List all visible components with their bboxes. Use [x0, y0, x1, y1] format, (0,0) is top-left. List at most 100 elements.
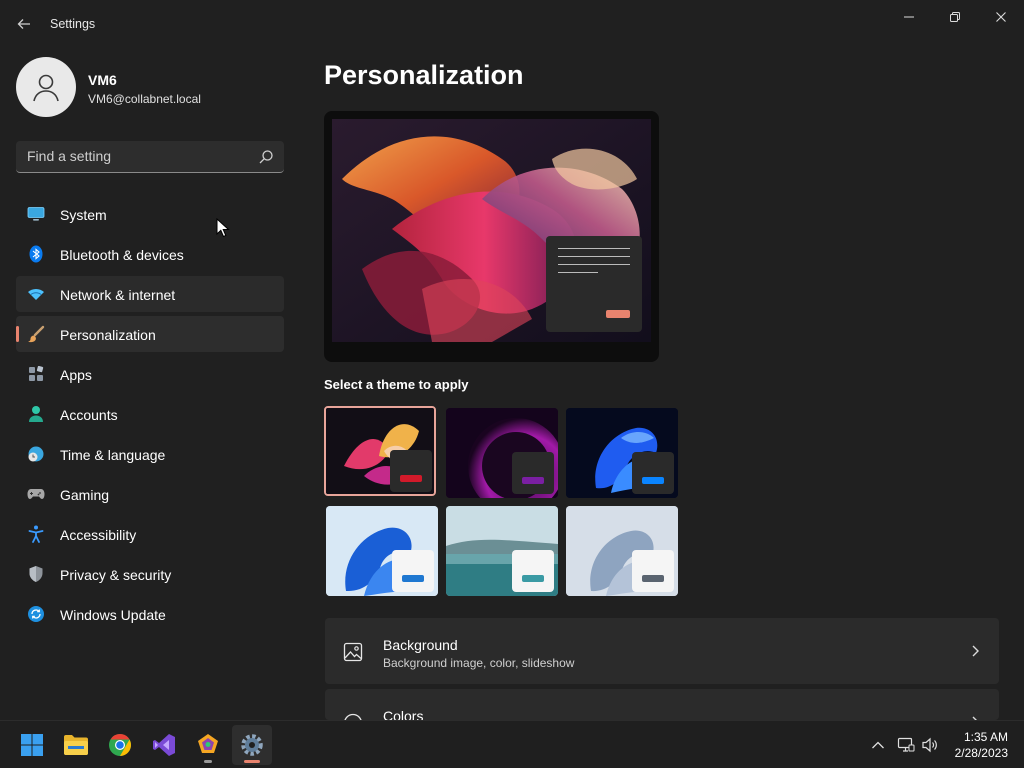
settings-button[interactable] [232, 725, 272, 765]
search-box[interactable] [16, 141, 284, 173]
theme-mini-window [390, 450, 432, 492]
taskbar-clock[interactable]: 1:35 AM 2/28/2023 [955, 729, 1008, 761]
theme-tile-bloom-dark[interactable] [566, 408, 678, 498]
sidebar-item-label: Windows Update [60, 607, 166, 623]
network-tray-button[interactable] [896, 735, 916, 755]
theme-accent-bar [402, 575, 424, 582]
file-explorer-button[interactable] [56, 725, 96, 765]
sidebar-item-label: Accessibility [60, 527, 137, 543]
sidebar-item-apps[interactable]: Apps [16, 356, 284, 392]
user-name: VM6 [88, 72, 117, 88]
person-icon [27, 405, 45, 423]
chrome-button[interactable] [100, 725, 140, 765]
theme-accent-bar [522, 575, 544, 582]
sidebar-item-windows-update[interactable]: Windows Update [16, 596, 284, 632]
sidebar-item-label: Bluetooth & devices [60, 247, 184, 263]
theme-mini-window [512, 452, 554, 494]
volume-icon [922, 737, 937, 753]
sidebar-nav: System Bluetooth & devices Network & int… [16, 196, 284, 636]
selection-indicator [16, 326, 19, 342]
theme-tile-purple-dark[interactable] [446, 408, 558, 498]
network-icon [897, 737, 915, 752]
taskbar: 1:35 AM 2/28/2023 [0, 720, 1024, 768]
running-indicator [244, 760, 260, 763]
chevron-up-icon [872, 741, 884, 749]
folder-icon [64, 735, 88, 755]
theme-accent-bar [400, 475, 422, 482]
search-icon[interactable] [258, 149, 274, 165]
minimize-button[interactable] [886, 4, 932, 30]
person-avatar-icon [33, 74, 59, 102]
sidebar-item-label: Gaming [60, 487, 110, 503]
app-title: Settings [50, 17, 96, 31]
theme-tile-lake-light[interactable] [446, 506, 558, 596]
close-button[interactable] [978, 4, 1024, 30]
sidebar-item-time-language[interactable]: Time & language [16, 436, 284, 472]
card-title: Colors [383, 708, 424, 720]
sidebar-item-accounts[interactable]: Accounts [16, 396, 284, 432]
preview-accent-button [606, 310, 630, 318]
sidebar-item-label: Network & internet [60, 287, 176, 303]
tray-overflow-button[interactable] [868, 735, 888, 755]
theme-accent-bar [642, 575, 664, 582]
card-title: Background [383, 637, 458, 653]
mouse-cursor-icon [216, 218, 230, 238]
theme-accent-bar [522, 477, 544, 484]
brush-icon [27, 325, 45, 343]
card-subtitle: Background image, color, slideshow [383, 656, 575, 670]
bluetooth-icon [27, 245, 45, 263]
user-email: VM6@collabnet.local [88, 92, 201, 106]
sidebar-item-accessibility[interactable]: Accessibility [16, 516, 284, 552]
accessibility-icon [27, 525, 45, 543]
theme-mini-window [512, 550, 554, 592]
theme-section-label: Select a theme to apply [324, 377, 469, 392]
restore-icon [950, 12, 960, 22]
theme-tile-bloom-light[interactable] [326, 506, 438, 596]
user-profile[interactable]: VM6 VM6@collabnet.local [16, 57, 286, 117]
palette-icon [344, 713, 362, 720]
close-icon [996, 12, 1006, 22]
preview-window [546, 236, 642, 332]
theme-preview [324, 111, 659, 362]
sidebar-item-label: Privacy & security [60, 567, 172, 583]
minimize-icon [904, 16, 914, 18]
search-input[interactable] [16, 141, 246, 171]
sidebar-item-label: Personalization [60, 327, 156, 343]
chrome-icon [109, 734, 131, 756]
apps-icon [27, 365, 45, 383]
sidebar-item-privacy[interactable]: Privacy & security [16, 556, 284, 592]
paint-app-button[interactable] [188, 725, 228, 765]
theme-accent-bar [642, 477, 664, 484]
gear-icon [241, 734, 263, 756]
sidebar-item-gaming[interactable]: Gaming [16, 476, 284, 512]
back-arrow-icon [17, 19, 30, 29]
sidebar-item-label: System [60, 207, 107, 223]
sidebar-item-label: Apps [60, 367, 92, 383]
sidebar-item-bluetooth[interactable]: Bluetooth & devices [16, 236, 284, 272]
maximize-button[interactable] [932, 4, 978, 30]
sidebar-item-network[interactable]: Network & internet [16, 276, 284, 312]
title-bar: Settings [0, 0, 1024, 48]
clock-date: 2/28/2023 [954, 746, 1008, 760]
theme-mini-window [392, 550, 434, 592]
sidebar-item-personalization[interactable]: Personalization [16, 316, 284, 352]
avatar [16, 57, 76, 117]
visual-studio-button[interactable] [144, 725, 184, 765]
theme-tile-glow-dark[interactable] [324, 406, 436, 496]
background-card[interactable]: Background Background image, color, slid… [325, 618, 999, 684]
palette-app-icon [198, 734, 218, 753]
windows-logo-icon [21, 734, 43, 756]
start-button[interactable] [12, 725, 52, 765]
sidebar-item-label: Time & language [60, 447, 166, 463]
theme-tile-flow-light[interactable] [566, 506, 678, 596]
colors-card[interactable]: Colors [325, 689, 999, 720]
sidebar-item-label: Accounts [60, 407, 118, 423]
shield-icon [27, 565, 45, 583]
monitor-icon [27, 205, 45, 223]
volume-tray-button[interactable] [920, 735, 940, 755]
page-title: Personalization [324, 60, 524, 90]
sidebar-item-system[interactable]: System [16, 196, 284, 232]
clock-time: 1:35 AM [963, 730, 1008, 744]
back-button[interactable] [10, 10, 38, 38]
globe-clock-icon [27, 445, 45, 463]
